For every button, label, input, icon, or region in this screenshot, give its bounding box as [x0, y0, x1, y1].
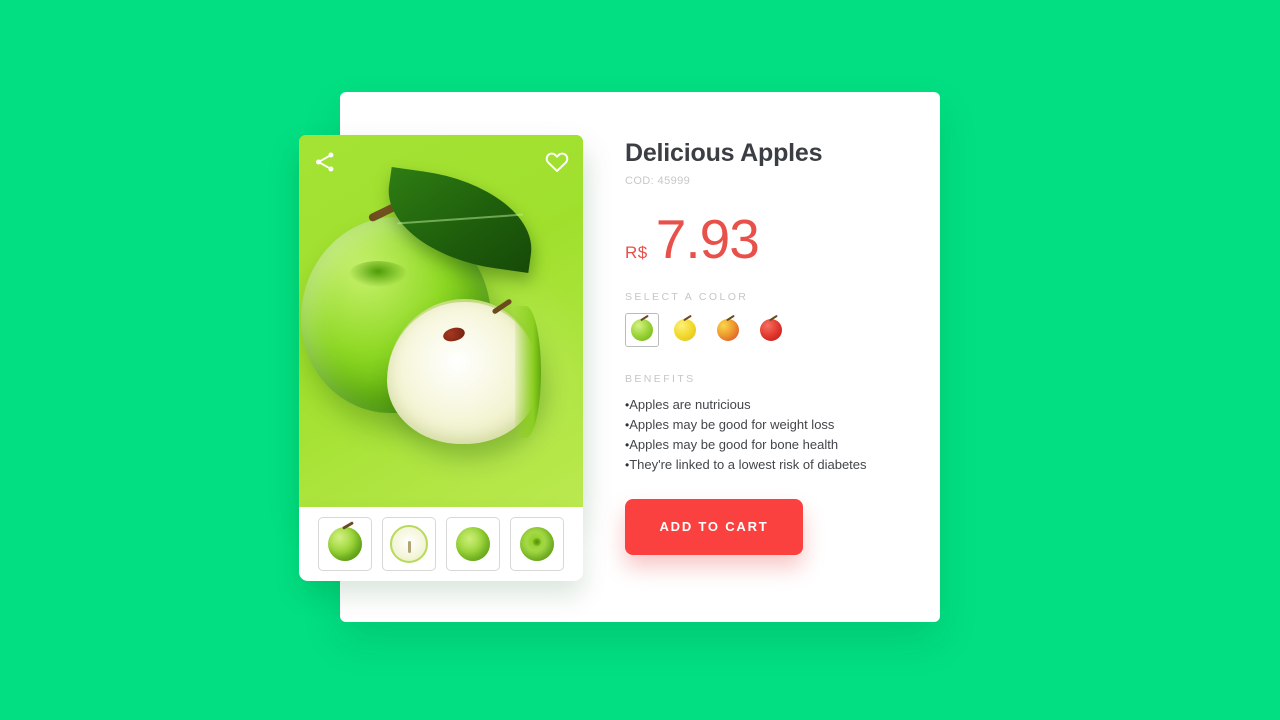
red-apple-icon: [760, 318, 782, 341]
thumb-round-apple-icon: [456, 527, 490, 561]
add-to-cart-button[interactable]: ADD TO CART: [625, 498, 803, 555]
color-swatch-group: [625, 312, 915, 347]
heart-icon[interactable]: [544, 149, 570, 175]
list-item: •Apples are nutricious: [625, 395, 915, 415]
thumbnail-strip: [299, 507, 583, 581]
benefit-text: Apples may be good for bone health: [629, 436, 839, 452]
price-amount: 7.93: [655, 207, 760, 270]
benefits-list: •Apples are nutricious •Apples may be go…: [625, 395, 915, 475]
color-swatch-yellow[interactable]: [668, 312, 702, 347]
list-item: •Apples may be good for bone health: [625, 435, 915, 455]
thumb-whole-apple-icon: [328, 527, 362, 561]
thumbnail-item[interactable]: [318, 517, 372, 571]
thumbnail-item[interactable]: [446, 517, 500, 571]
list-item: •Apples may be good for weight loss: [625, 415, 915, 435]
price-currency: R$: [625, 242, 648, 262]
thumb-top-apple-icon: [520, 527, 554, 561]
mixed-apple-icon: [717, 318, 739, 341]
apple-seed: [441, 325, 467, 344]
apple-slice-stem: [491, 298, 513, 315]
color-swatch-green[interactable]: [625, 312, 659, 347]
apple-illustration: [299, 166, 583, 491]
page-title: Delicious Apples: [625, 139, 823, 167]
product-media-column: [299, 135, 583, 581]
product-code: COD: 45999: [625, 174, 691, 187]
yellow-apple-icon: [674, 318, 696, 341]
color-swatch-mixed[interactable]: [711, 312, 745, 347]
apple-dimple: [349, 261, 407, 287]
product-hero-image[interactable]: [299, 135, 583, 507]
share-icon[interactable]: [312, 149, 338, 175]
thumbnail-item[interactable]: [382, 517, 436, 571]
list-item: •They're linked to a lowest risk of diab…: [625, 455, 915, 475]
thumb-half-apple-icon: [390, 525, 428, 563]
color-section-label: SELECT A COLOR: [625, 290, 749, 303]
product-details: Delicious Apples COD: 45999 R$ 7.93 SELE…: [625, 139, 915, 555]
benefits-section-label: BENEFITS: [625, 372, 696, 385]
benefit-text: Apples may be good for weight loss: [629, 416, 835, 432]
page-root: Delicious Apples COD: 45999 R$ 7.93 SELE…: [0, 0, 1280, 720]
green-apple-icon: [631, 318, 653, 341]
benefit-text: Apples are nutricious: [629, 396, 751, 412]
apple-slice-rim: [515, 306, 541, 438]
thumbnail-item[interactable]: [510, 517, 564, 571]
apple-slice: [387, 298, 541, 444]
benefit-text: They're linked to a lowest risk of diabe…: [629, 456, 867, 472]
price-block: R$ 7.93: [625, 207, 915, 270]
color-swatch-red[interactable]: [754, 312, 788, 347]
